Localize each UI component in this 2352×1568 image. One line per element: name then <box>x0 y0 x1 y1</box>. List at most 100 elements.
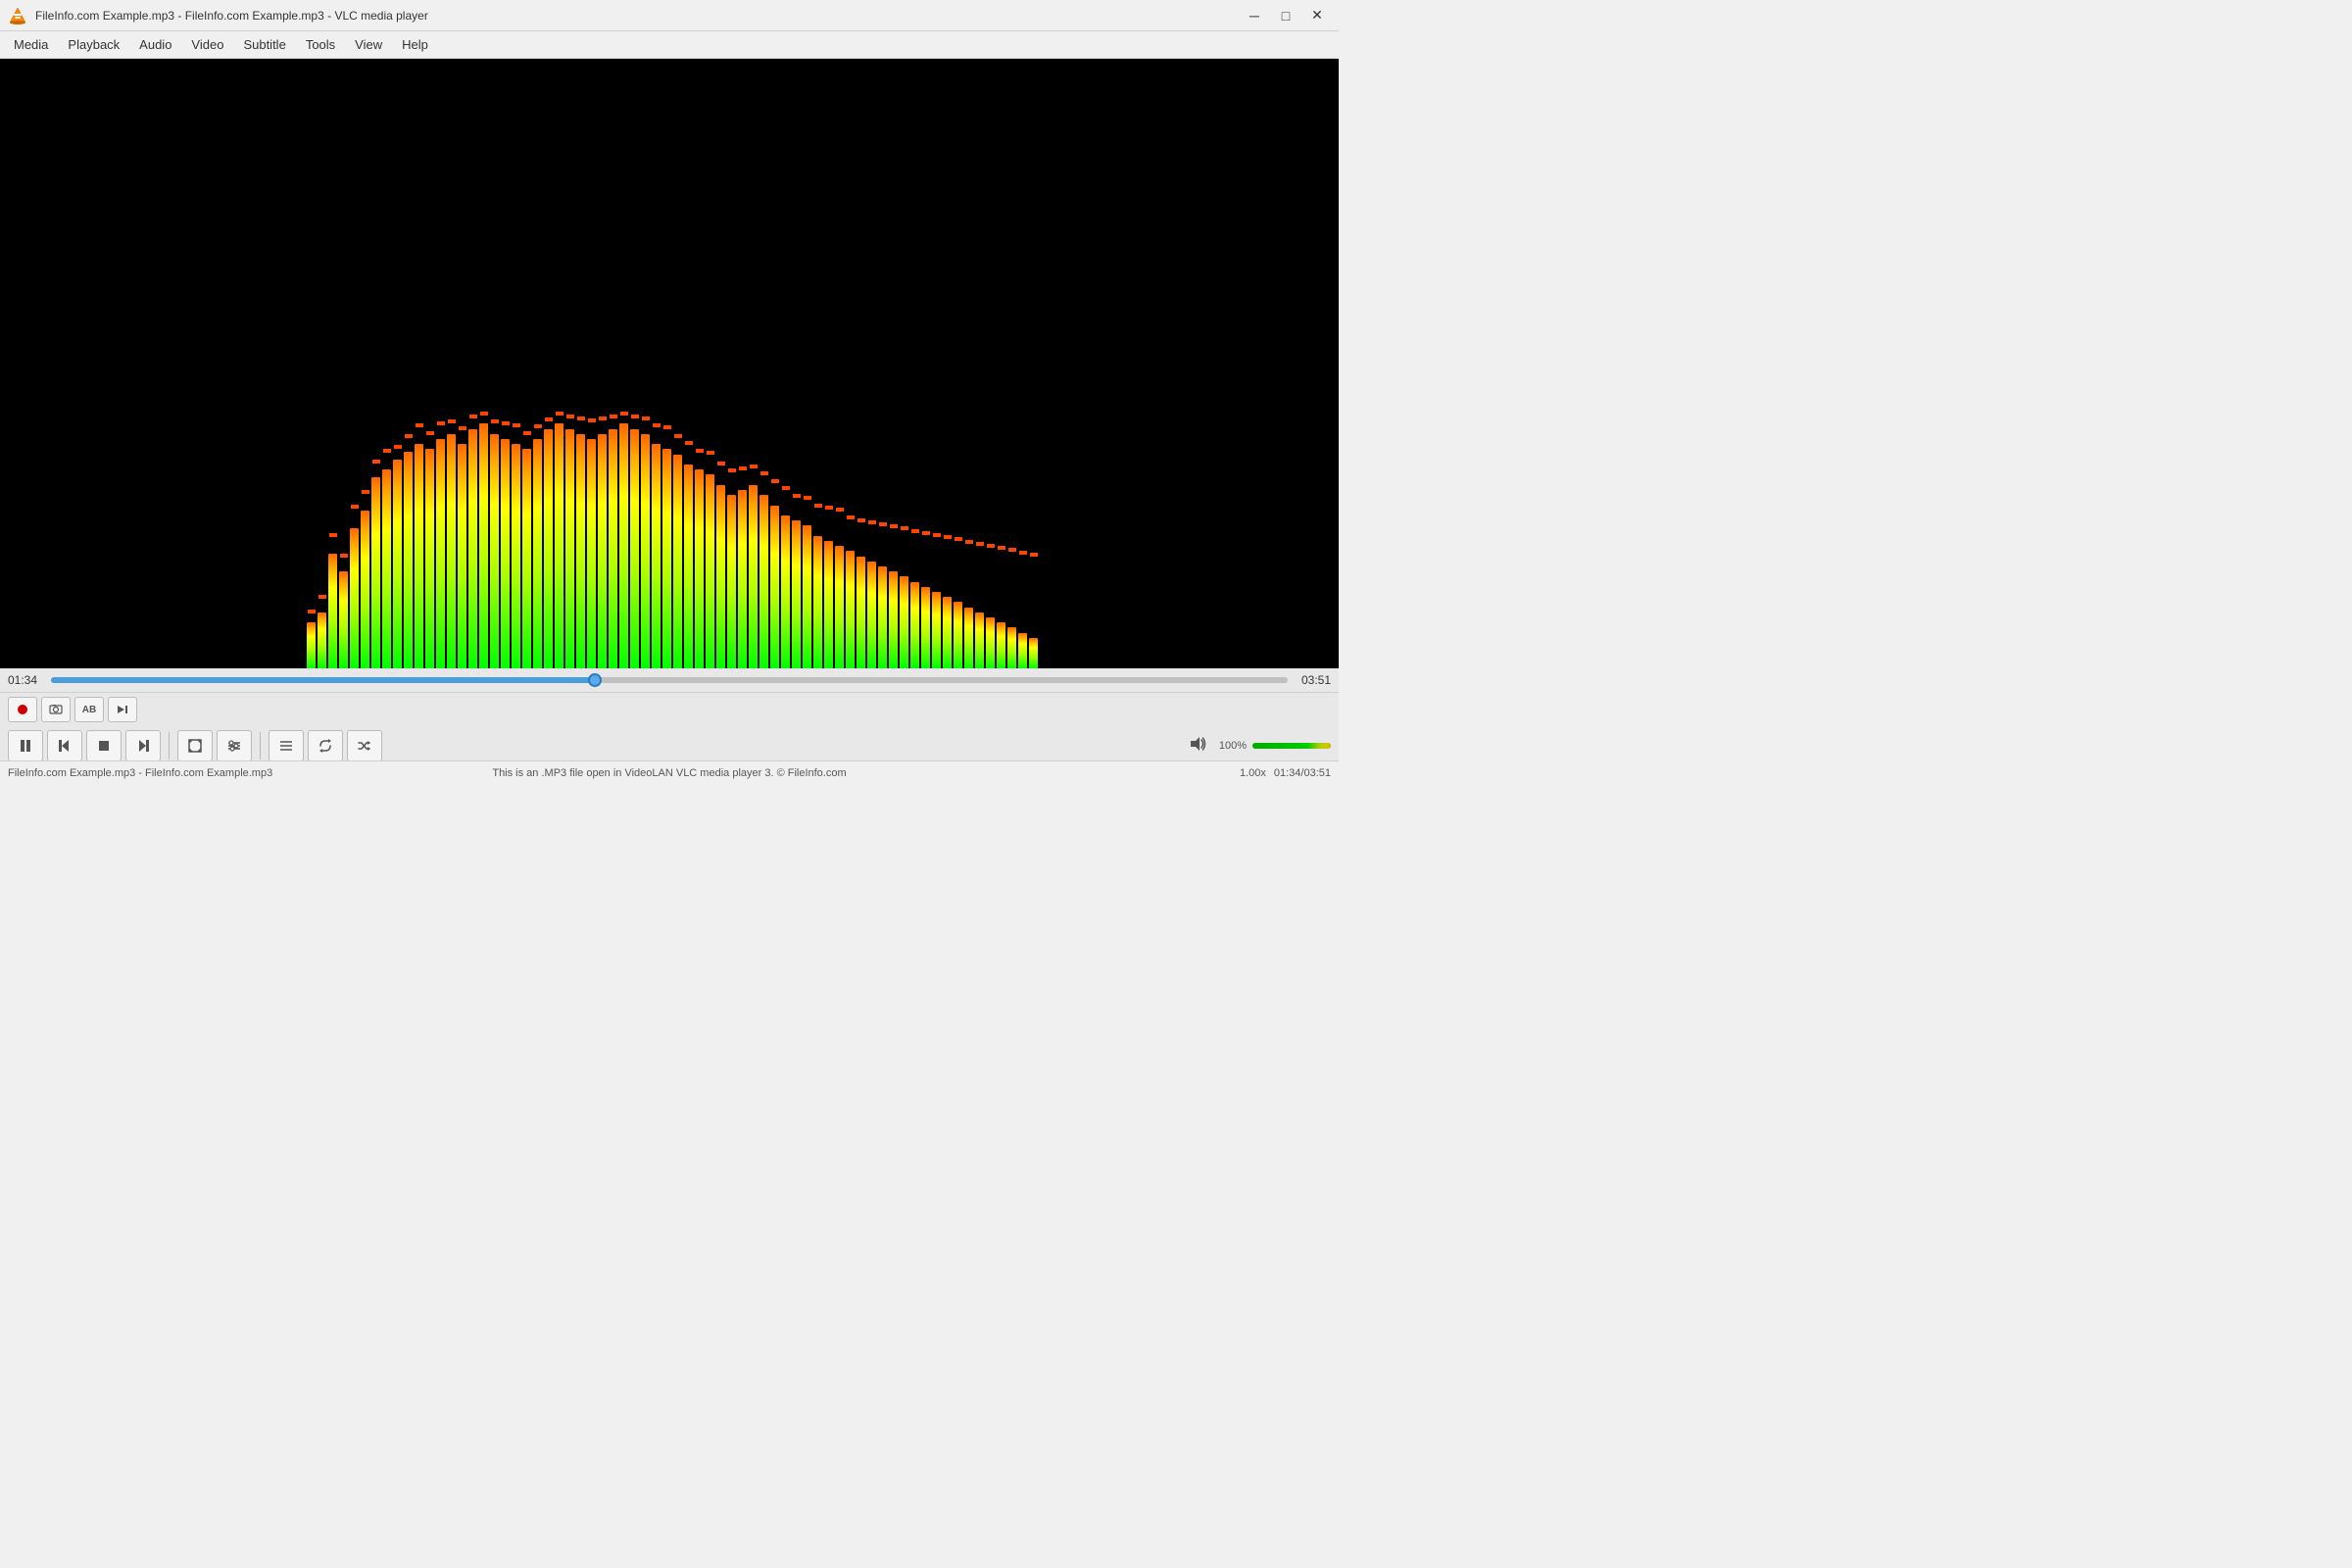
spectrum-peak <box>480 412 488 416</box>
spectrum-bar <box>555 412 564 668</box>
spectrum-bar-main <box>727 495 736 668</box>
spectrum-bar <box>824 506 833 668</box>
frame-step-button[interactable] <box>108 697 137 722</box>
spectrum-peak <box>825 506 833 510</box>
menu-tools[interactable]: Tools <box>296 33 345 56</box>
loop-button[interactable] <box>308 730 343 761</box>
spectrum-peak <box>437 421 445 425</box>
spectrum-bar-main <box>673 455 682 668</box>
spectrum-bar-main <box>878 566 887 668</box>
close-button[interactable]: ✕ <box>1303 6 1331 25</box>
next-button[interactable] <box>125 730 161 761</box>
seek-track[interactable] <box>51 677 1288 683</box>
spectrum-peak <box>922 531 930 535</box>
spectrum-peak <box>362 490 369 494</box>
spectrum-peak <box>1019 551 1027 555</box>
playlist-button[interactable] <box>269 730 304 761</box>
spectrum-bar <box>382 449 391 668</box>
loop-ab-button[interactable]: AB <box>74 697 104 722</box>
spectrum-peak <box>933 533 941 537</box>
random-button[interactable] <box>347 730 382 761</box>
spectrum-bar-main <box>512 444 520 668</box>
spectrum-bar <box>770 479 779 668</box>
spectrum-bar <box>501 421 510 668</box>
spectrum-bar <box>576 416 585 668</box>
menu-view[interactable]: View <box>345 33 392 56</box>
menu-audio[interactable]: Audio <box>129 33 181 56</box>
spectrum-bar <box>404 434 413 668</box>
spectrum-bar <box>458 426 466 668</box>
stop-button[interactable] <box>86 730 122 761</box>
spectrum-bar <box>361 490 369 668</box>
spectrum-peak <box>556 412 564 416</box>
menu-help[interactable]: Help <box>392 33 438 56</box>
spectrum-peak <box>707 451 714 455</box>
spectrum-bar-main <box>404 452 413 668</box>
spectrum-bar <box>749 465 758 668</box>
spectrum-bar-main <box>760 495 768 668</box>
spectrum-bar <box>1007 548 1016 668</box>
window-title: FileInfo.com Example.mp3 - FileInfo.com … <box>35 9 1241 23</box>
spectrum-bar-main <box>598 434 607 668</box>
window-controls: ─ □ ✕ <box>1241 6 1331 25</box>
spectrum-peak <box>329 533 337 537</box>
spectrum-peak <box>674 434 682 438</box>
statusbar: FileInfo.com Example.mp3 - FileInfo.com … <box>0 760 1339 784</box>
menu-video[interactable]: Video <box>181 33 233 56</box>
spectrum-bar-main <box>910 582 919 668</box>
spectrum-bar-main <box>813 536 822 668</box>
spectrum-bar <box>910 529 919 668</box>
spectrum-bar-main <box>706 474 714 668</box>
spectrum-peak <box>955 537 962 541</box>
menu-subtitle[interactable]: Subtitle <box>233 33 295 56</box>
spectrum-bar <box>652 423 661 668</box>
spectrum-bar-main <box>361 511 369 668</box>
maximize-button[interactable]: □ <box>1272 6 1299 25</box>
spectrum-bar <box>587 418 596 668</box>
spectrum-peak <box>696 449 704 453</box>
spectrum-bar-main <box>749 485 758 668</box>
spectrum-bar-main <box>835 546 844 668</box>
spectrum-bar <box>781 486 790 668</box>
spectrum-peak <box>663 425 671 429</box>
spectrum-peak <box>750 465 758 468</box>
fullscreen-button[interactable] <box>177 730 213 761</box>
volume-icon[interactable] <box>1189 735 1206 758</box>
record-button[interactable] <box>8 697 37 722</box>
spectrum-peak <box>340 554 348 558</box>
spectrum-bar-main <box>792 520 801 668</box>
spectrum-bar <box>479 412 488 668</box>
spectrum-bar <box>662 425 671 668</box>
spectrum-peak <box>620 412 628 416</box>
current-time: 01:34 <box>8 673 43 687</box>
spectrum-peak <box>739 466 747 470</box>
pause-button[interactable] <box>8 730 43 761</box>
seek-thumb[interactable] <box>588 673 602 687</box>
snapshot-button[interactable] <box>41 697 71 722</box>
spectrum-bar <box>878 522 887 668</box>
spectrum-bar-main <box>1018 633 1027 668</box>
spectrum-peak <box>879 522 887 526</box>
previous-button[interactable] <box>47 730 82 761</box>
spectrum-peak <box>642 416 650 420</box>
spectrum-bar-main <box>932 592 941 668</box>
spectrum-bar-main <box>307 622 316 668</box>
spectrum-bar <box>921 531 930 668</box>
spectrum-bar-main <box>716 485 725 668</box>
spectrum-bar <box>393 445 402 668</box>
separator-2 <box>260 732 261 760</box>
spectrum-peak <box>588 418 596 422</box>
spectrum-bar <box>846 515 855 668</box>
volume-slider[interactable] <box>1252 743 1331 749</box>
spectrum-bar-main <box>781 515 790 668</box>
spectrum-bar <box>630 415 639 668</box>
menu-media[interactable]: Media <box>4 33 58 56</box>
menu-playback[interactable]: Playback <box>58 33 129 56</box>
spectrum-bar <box>954 537 962 668</box>
minimize-button[interactable]: ─ <box>1241 6 1268 25</box>
extended-button[interactable] <box>217 730 252 761</box>
spectrum-bar-main <box>630 429 639 668</box>
spectrum-peak <box>847 515 855 519</box>
spectrum-bar <box>803 496 811 668</box>
spectrum-peak <box>448 419 456 423</box>
